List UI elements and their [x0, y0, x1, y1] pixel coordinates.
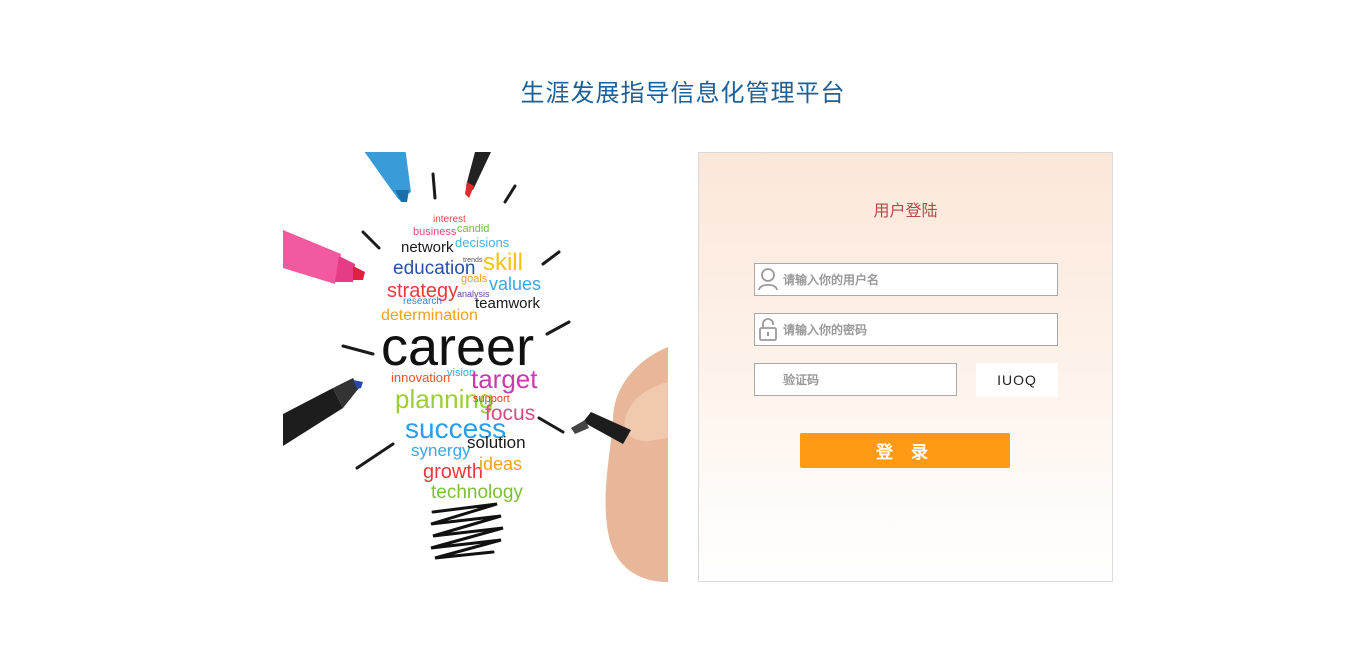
login-panel: 用户登陆 IUOQ 登 录	[698, 152, 1113, 582]
word-technology: technology	[431, 482, 523, 503]
word-network: network	[401, 239, 454, 256]
word-skill: skill	[483, 249, 523, 276]
lock-icon	[757, 317, 779, 342]
word-solution: solution	[467, 433, 526, 452]
marker-blue-icon	[364, 152, 411, 202]
username-input[interactable]	[783, 264, 1053, 295]
word-goals: goals	[461, 273, 488, 285]
marker-red-icon	[465, 152, 491, 198]
word-growth: growth	[423, 461, 483, 483]
word-ideas: ideas	[479, 454, 522, 474]
user-icon	[757, 267, 779, 292]
bulb-base-scribble	[430, 502, 504, 560]
page-title: 生涯发展指导信息化管理平台	[520, 79, 846, 107]
username-field	[754, 263, 1058, 296]
word-business: business	[413, 226, 457, 238]
marker-pink-icon	[283, 230, 365, 284]
word-values: values	[489, 274, 541, 294]
captcha-code[interactable]: IUOQ	[976, 363, 1058, 397]
password-input[interactable]	[783, 314, 1053, 345]
word-teamwork: teamwork	[475, 295, 541, 312]
word-research: research	[403, 296, 442, 307]
marker-black-icon	[283, 378, 363, 446]
login-button[interactable]: 登 录	[800, 433, 1010, 468]
captcha-field	[754, 363, 957, 396]
word-focus: focus	[485, 402, 535, 425]
career-illustration: interest business candid network decisio…	[283, 152, 668, 582]
login-title: 用户登陆	[873, 201, 938, 220]
word-innovation: innovation	[391, 370, 450, 385]
hand-with-marker-icon	[571, 347, 668, 582]
login-page: 生涯发展指导信息化管理平台 interest business candid n…	[0, 0, 1366, 667]
password-field	[754, 313, 1058, 346]
word-synergy: synergy	[411, 441, 471, 460]
captcha-input[interactable]	[783, 364, 953, 395]
word-decisions: decisions	[455, 235, 510, 250]
word-candid: candid	[457, 223, 489, 235]
word-cloud: interest business candid network decisio…	[381, 214, 541, 503]
